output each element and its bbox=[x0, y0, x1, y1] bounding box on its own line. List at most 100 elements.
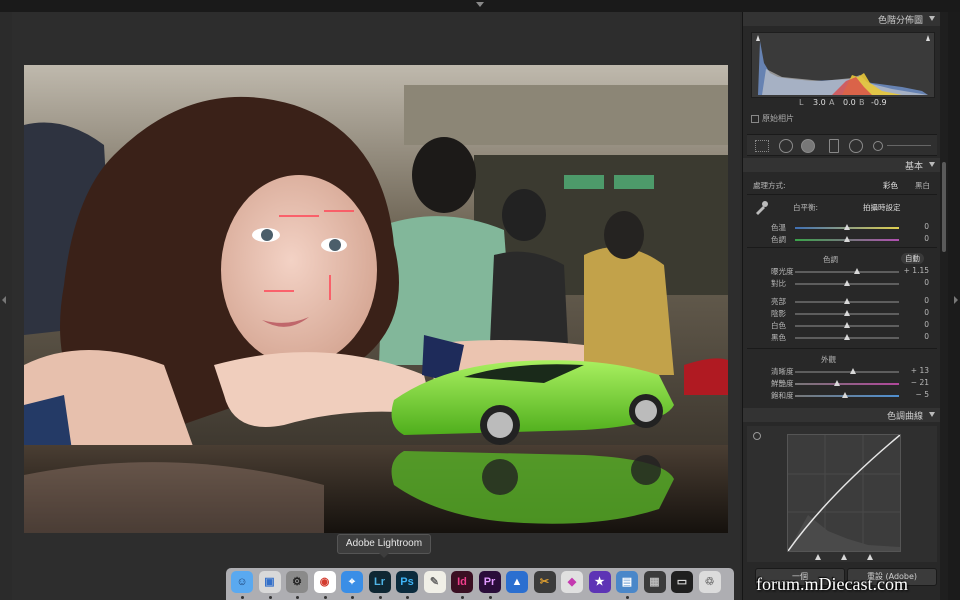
top-panel-toggle-icon[interactable] bbox=[476, 2, 484, 7]
watermark: forum.mDiecast.com bbox=[742, 570, 960, 600]
top-panel-bar[interactable] bbox=[0, 0, 960, 12]
tone-curve-title: 色調曲線 bbox=[886, 412, 923, 422]
crop-tool-icon[interactable] bbox=[755, 140, 769, 152]
slider-label: 亮部 bbox=[771, 297, 786, 306]
finder-icon[interactable]: ☺ bbox=[231, 571, 253, 593]
slider-handle[interactable] bbox=[844, 298, 850, 304]
collapse-basic-icon[interactable] bbox=[929, 162, 935, 167]
slider-value[interactable]: + 1.15 bbox=[899, 266, 929, 275]
spot-removal-icon[interactable] bbox=[779, 139, 793, 153]
system-preferences-icon[interactable]: ⚙ bbox=[286, 571, 308, 593]
adjustment-brush-icon[interactable] bbox=[873, 141, 883, 151]
image-capture-icon[interactable]: ▤ bbox=[616, 571, 638, 593]
white-balance-picker-icon[interactable] bbox=[753, 200, 769, 216]
scrollbar-thumb[interactable] bbox=[942, 162, 946, 252]
slider-value[interactable]: 0 bbox=[899, 320, 929, 329]
tone-curve-header[interactable]: 色調曲線 bbox=[743, 408, 941, 422]
wb-value-dropdown[interactable]: 拍攝時設定 bbox=[863, 202, 901, 213]
target-adjust-icon[interactable] bbox=[753, 432, 761, 440]
treatment-bw-option[interactable]: 黑白 bbox=[915, 180, 930, 191]
red-eye-icon[interactable] bbox=[801, 139, 815, 153]
slider-label: 飽和度 bbox=[771, 391, 794, 400]
slider-label: 色調 bbox=[771, 235, 786, 244]
histogram-title: 色階分佈圖 bbox=[877, 16, 923, 26]
slider-value[interactable]: 0 bbox=[899, 332, 929, 341]
basic-header[interactable]: 基本 bbox=[743, 158, 941, 172]
slider-value[interactable]: 0 bbox=[899, 222, 929, 231]
slider-value[interactable]: 0 bbox=[899, 308, 929, 317]
slider-handle[interactable] bbox=[844, 310, 850, 316]
slider-track[interactable] bbox=[795, 271, 899, 273]
chrome-icon[interactable]: ◉ bbox=[313, 571, 336, 593]
slider-handle[interactable] bbox=[833, 380, 840, 386]
original-photo-checkbox[interactable] bbox=[751, 114, 759, 123]
imovie-icon[interactable]: ★ bbox=[588, 571, 611, 593]
final-cut-icon[interactable]: ✂ bbox=[533, 571, 556, 593]
tool-amount-slider[interactable] bbox=[887, 145, 931, 146]
slider-label: 陰影 bbox=[771, 309, 786, 318]
readout-b-value: -0.9 bbox=[871, 98, 887, 107]
slider-handle[interactable] bbox=[844, 236, 850, 242]
collapse-histogram-icon[interactable] bbox=[929, 16, 935, 21]
curve-split-handle[interactable] bbox=[867, 554, 873, 560]
indesign-icon[interactable]: Id bbox=[451, 571, 473, 593]
original-photo-toggle[interactable]: 原始相片 bbox=[751, 113, 794, 124]
trash-icon[interactable]: ♲ bbox=[698, 571, 721, 593]
lightroom-icon[interactable]: Lr bbox=[368, 571, 391, 593]
presence-label: 外觀 bbox=[821, 355, 836, 364]
slider-track[interactable] bbox=[795, 383, 899, 385]
collapse-tone-curve-icon[interactable] bbox=[929, 412, 935, 417]
slider-handle[interactable] bbox=[841, 392, 848, 398]
slider-label: 曝光度 bbox=[771, 267, 794, 276]
running-indicator bbox=[406, 596, 409, 599]
auto-tone-button[interactable]: 自動 bbox=[901, 253, 924, 264]
slider-handle[interactable] bbox=[844, 224, 850, 230]
running-indicator bbox=[626, 596, 629, 599]
graduated-filter-icon[interactable] bbox=[829, 139, 839, 153]
slider-value[interactable]: 0 bbox=[899, 296, 929, 305]
curve-split-handle[interactable] bbox=[815, 554, 821, 560]
premiere-icon[interactable]: Pr bbox=[478, 571, 501, 593]
slider-handle[interactable] bbox=[844, 334, 850, 340]
tone-curve-graph[interactable] bbox=[787, 434, 901, 552]
slider-value[interactable]: + 13 bbox=[899, 366, 929, 375]
running-indicator bbox=[378, 596, 382, 599]
histogram-graph bbox=[756, 35, 930, 95]
curve-split-handle[interactable] bbox=[841, 554, 847, 560]
panel-scrollbar[interactable] bbox=[940, 12, 948, 600]
safari-icon[interactable]: ⌖ bbox=[341, 571, 363, 593]
running-indicator bbox=[461, 596, 464, 599]
slider-label: 白色 bbox=[771, 321, 786, 330]
develop-tool-strip bbox=[747, 134, 937, 156]
running-indicator bbox=[351, 596, 354, 599]
screen-capture-icon[interactable]: ▭ bbox=[671, 571, 693, 593]
slider-value[interactable]: − 21 bbox=[899, 378, 929, 387]
keynote-icon[interactable]: ▲ bbox=[506, 571, 528, 593]
photo-image bbox=[24, 65, 728, 533]
histogram-header[interactable]: 色階分佈圖 bbox=[743, 12, 941, 26]
left-panel-toggle-icon[interactable] bbox=[2, 296, 6, 304]
slider-track[interactable] bbox=[795, 371, 899, 373]
slider-value[interactable]: − 5 bbox=[899, 390, 929, 399]
right-edge bbox=[948, 12, 960, 600]
photoshop-icon[interactable]: Ps bbox=[396, 571, 418, 593]
slider-value[interactable]: 0 bbox=[899, 278, 929, 287]
watermark-text: forum.mDiecast.com bbox=[756, 574, 908, 594]
pixelmator-icon[interactable]: ◆ bbox=[561, 571, 583, 593]
preview-icon[interactable]: ▣ bbox=[258, 571, 281, 593]
textedit-icon[interactable]: ✎ bbox=[423, 571, 446, 593]
slider-value[interactable]: 0 bbox=[899, 234, 929, 243]
treatment-color-option[interactable]: 彩色 bbox=[883, 180, 898, 191]
right-panel-toggle-icon[interactable] bbox=[954, 296, 958, 304]
slider-handle[interactable] bbox=[850, 368, 857, 374]
running-indicator bbox=[268, 596, 272, 599]
slider-handle[interactable] bbox=[854, 268, 861, 274]
treatment-label: 處理方式: bbox=[753, 181, 786, 190]
slider-handle[interactable] bbox=[844, 322, 850, 328]
histogram-display[interactable] bbox=[751, 32, 935, 98]
readout-a-value: 0.0 bbox=[843, 98, 856, 107]
photos-folder-icon[interactable]: ▦ bbox=[643, 571, 666, 593]
slider-handle[interactable] bbox=[844, 280, 850, 286]
readout-l-value: 3.0 bbox=[813, 98, 826, 107]
radial-filter-icon[interactable] bbox=[849, 139, 863, 153]
